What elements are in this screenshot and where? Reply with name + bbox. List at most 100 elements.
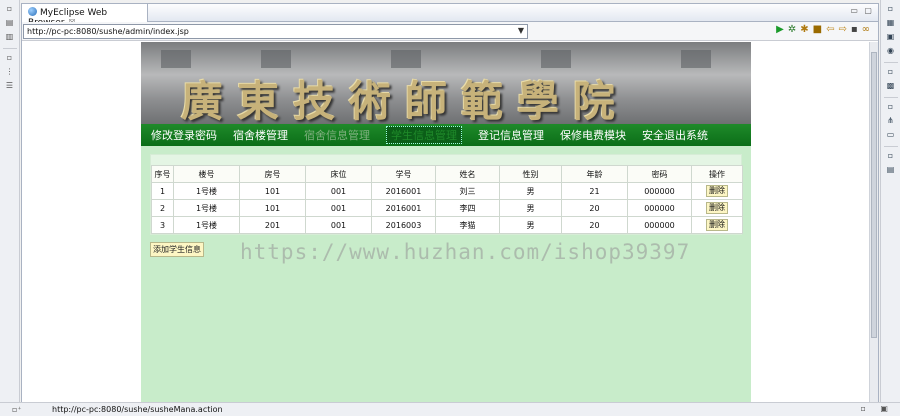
cell-room: 201 <box>239 216 306 234</box>
restore-icon-right-4[interactable]: ▫ <box>885 151 897 161</box>
scrollbar-thumb[interactable] <box>871 52 877 338</box>
menu-dorm-building[interactable]: 宿舍楼管理 <box>233 127 288 143</box>
chevron-down-icon[interactable]: ▼ <box>518 26 524 35</box>
restore-icon-right[interactable]: ▫ <box>885 4 897 14</box>
cell-bed: 001 <box>305 216 372 234</box>
delete-button[interactable]: 删除 <box>706 219 728 231</box>
cell-age: 20 <box>561 216 628 234</box>
globe-icon <box>28 7 37 16</box>
web-page: 廣東技術師範學院 修改登录密码 宿舍楼管理 宿舍信息管理 学生信息管理 登记信息… <box>141 42 751 402</box>
table-row: 2 1号楼 101 001 2016001 李四 男 20 000000 删除 <box>151 199 743 217</box>
content-area: 序号 楼号 房号 床位 学号 姓名 性别 年龄 密码 操作 1 1号楼 101 … <box>141 146 751 257</box>
cell-action: 删除 <box>691 182 743 200</box>
cell-gender: 男 <box>499 199 562 217</box>
cell-password: 000000 <box>627 216 692 234</box>
col-gender: 性别 <box>499 165 562 183</box>
editor-area: MyEclipse Web Browser☒ ▭ ▢ http://pc-pc:… <box>21 3 879 402</box>
cell-password: 000000 <box>627 182 692 200</box>
fast-view-icon[interactable]: ▫⁺ <box>12 405 22 414</box>
col-room: 房号 <box>239 165 306 183</box>
right-trim-bar: ▫ ▦ ▣ ◉ ▫ ▩ ▫ ⋔ ▭ ▫ ▤ <box>880 0 900 402</box>
col-name: 姓名 <box>435 165 500 183</box>
servers-icon[interactable]: ▣ <box>885 32 897 42</box>
forward-icon[interactable]: ⇨ <box>838 24 850 35</box>
status-icons[interactable]: ▫ ▣ <box>860 404 894 413</box>
home-icon[interactable]: ▪ <box>851 24 862 35</box>
school-name: 廣東技術師範學院 <box>181 77 630 124</box>
col-password: 密码 <box>627 165 692 183</box>
link-icon[interactable]: ∞ <box>862 24 874 35</box>
table-row: 3 1号楼 201 001 2016003 李猫 男 20 000000 删除 <box>151 216 743 234</box>
col-student-id: 学号 <box>371 165 436 183</box>
menu-repair-electric[interactable]: 保修电费模块 <box>560 127 626 143</box>
cell-index: 1 <box>151 182 174 200</box>
left-trim-bar: ▫ ▤ ▥ ▫ ⋮ ☰ <box>0 0 20 402</box>
cell-building: 1号楼 <box>173 199 240 217</box>
editor-tab-bar: MyEclipse Web Browser☒ ▭ ▢ <box>22 4 878 28</box>
vertical-scrollbar[interactable] <box>869 42 878 402</box>
task-list-icon[interactable]: ☰ <box>4 81 16 91</box>
status-url: http://pc-pc:8080/sushe/susheMana.action <box>52 405 223 414</box>
col-index: 序号 <box>151 165 174 183</box>
cell-bed: 001 <box>305 199 372 217</box>
restore-icon-right-3[interactable]: ▫ <box>885 102 897 112</box>
cell-action: 删除 <box>691 199 743 217</box>
cell-room: 101 <box>239 182 306 200</box>
cell-age: 21 <box>561 182 628 200</box>
browser-icon[interactable]: ◉ <box>885 46 897 56</box>
cell-action: 删除 <box>691 216 743 234</box>
add-student-button[interactable]: 添加学生信息 <box>150 242 204 257</box>
web-viewport: 廣東技術師範學院 修改登录密码 宿舍楼管理 宿舍信息管理 学生信息管理 登记信息… <box>22 42 870 402</box>
back-icon[interactable]: ⇦ <box>826 24 838 35</box>
url-text: http://pc-pc:8080/sushe/admin/index.jsp <box>27 27 189 36</box>
cell-index: 2 <box>151 199 174 217</box>
delete-button[interactable]: 删除 <box>706 202 728 214</box>
menu-change-password[interactable]: 修改登录密码 <box>151 127 217 143</box>
col-bed: 床位 <box>305 165 372 183</box>
col-building: 楼号 <box>173 165 240 183</box>
refresh-icon[interactable]: ✲ <box>788 24 800 35</box>
url-toolbar: http://pc-pc:8080/sushe/admin/index.jsp … <box>22 22 878 41</box>
menu-dorm-info[interactable]: 宿舍信息管理 <box>304 127 370 143</box>
package-explorer-icon[interactable]: ▤ <box>4 18 16 28</box>
col-age: 年龄 <box>561 165 628 183</box>
student-table-wrap: 序号 楼号 房号 床位 学号 姓名 性别 年龄 密码 操作 1 1号楼 101 … <box>150 154 743 235</box>
cell-name: 刘三 <box>435 182 500 200</box>
status-bar: ▫⁺ http://pc-pc:8080/sushe/susheMana.act… <box>0 402 900 416</box>
properties-icon[interactable]: ▦ <box>885 18 897 28</box>
console-icon[interactable]: ▭ <box>885 130 897 140</box>
table-header-row: 序号 楼号 房号 床位 学号 姓名 性别 年龄 密码 操作 <box>151 165 743 183</box>
settings-icon[interactable]: ✱ <box>800 24 812 35</box>
url-input[interactable]: http://pc-pc:8080/sushe/admin/index.jsp … <box>23 24 528 39</box>
stop-icon[interactable]: ■ <box>813 24 826 35</box>
cell-student-id: 2016001 <box>371 182 436 200</box>
delete-button[interactable]: 删除 <box>706 185 728 197</box>
image-preview-icon[interactable]: ▩ <box>885 81 897 91</box>
cell-student-id: 2016001 <box>371 199 436 217</box>
window-controls[interactable]: ▭ ▢ <box>850 6 874 15</box>
restore-icon-right-2[interactable]: ▫ <box>885 67 897 77</box>
outline-icon[interactable]: ▥ <box>4 32 16 42</box>
table-row: 1 1号楼 101 001 2016001 刘三 男 21 000000 删除 <box>151 182 743 200</box>
col-action: 操作 <box>691 165 743 183</box>
cell-student-id: 2016003 <box>371 216 436 234</box>
cell-name: 李猫 <box>435 216 500 234</box>
cell-building: 1号楼 <box>173 216 240 234</box>
menu-student-info[interactable]: 学生信息管理 <box>386 126 462 144</box>
student-table: 序号 楼号 房号 床位 学号 姓名 性别 年龄 密码 操作 1 1号楼 101 … <box>151 165 743 234</box>
menu-logout[interactable]: 安全退出系统 <box>642 127 708 143</box>
menu-registration[interactable]: 登记信息管理 <box>478 127 544 143</box>
main-menu: 修改登录密码 宿舍楼管理 宿舍信息管理 学生信息管理 登记信息管理 保修电费模块… <box>141 124 751 146</box>
cell-building: 1号楼 <box>173 182 240 200</box>
browser-tab[interactable]: MyEclipse Web Browser☒ <box>22 4 148 28</box>
cell-bed: 001 <box>305 182 372 200</box>
go-icon[interactable]: ▶ <box>776 24 788 35</box>
cell-gender: 男 <box>499 216 562 234</box>
hierarchy-icon[interactable]: ⋮ <box>4 67 16 77</box>
tree-icon[interactable]: ⋔ <box>885 116 897 126</box>
restore-icon[interactable]: ▫ <box>4 4 16 14</box>
cell-index: 3 <box>151 216 174 234</box>
panel-icon[interactable]: ▤ <box>885 165 897 175</box>
restore-icon-2[interactable]: ▫ <box>4 53 16 63</box>
cell-age: 20 <box>561 199 628 217</box>
